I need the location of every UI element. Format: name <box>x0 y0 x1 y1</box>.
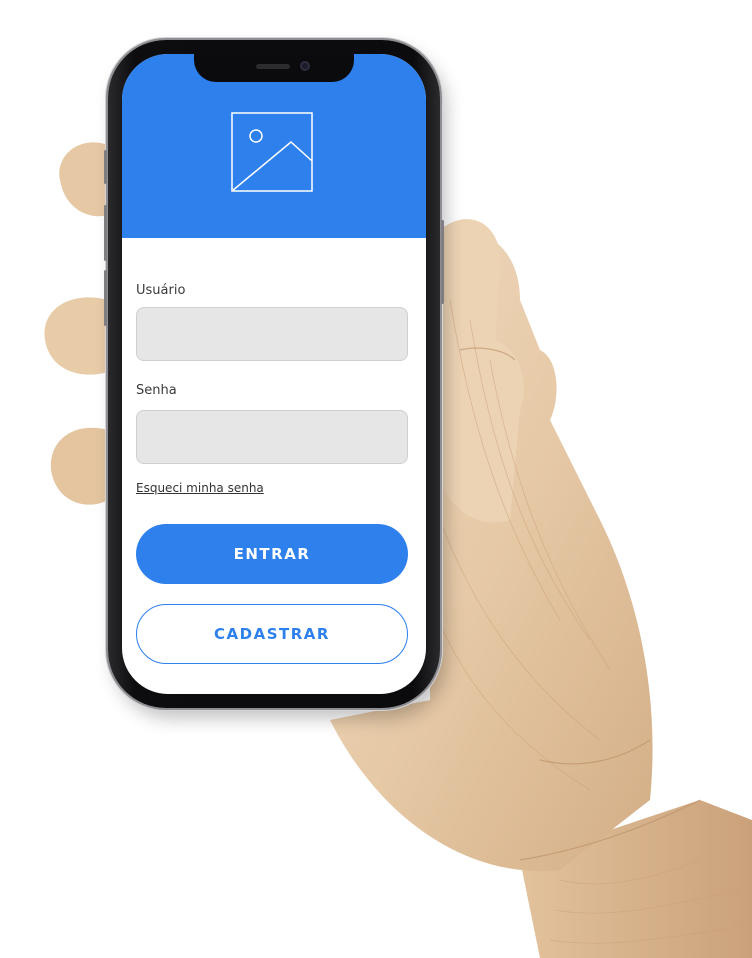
front-camera-icon <box>300 61 310 71</box>
login-button[interactable]: ENTRAR <box>136 524 408 584</box>
forgot-password-link[interactable]: Esqueci minha senha <box>136 481 264 495</box>
password-input[interactable] <box>136 410 408 464</box>
image-placeholder-icon <box>231 112 313 192</box>
password-label: Senha <box>136 383 177 398</box>
username-input[interactable] <box>136 307 408 361</box>
username-label: Usuário <box>136 283 186 298</box>
power-button <box>441 220 444 304</box>
mockup-stage: Usuário Senha Esqueci minha senha ENTRAR… <box>0 0 752 958</box>
mute-switch <box>104 150 107 184</box>
phone-frame: Usuário Senha Esqueci minha senha ENTRAR… <box>104 40 444 708</box>
phone-notch <box>194 54 354 82</box>
volume-down-button <box>104 270 107 326</box>
speaker-grille <box>256 64 290 69</box>
volume-up-button <box>104 205 107 261</box>
phone-screen: Usuário Senha Esqueci minha senha ENTRAR… <box>122 54 426 694</box>
register-button[interactable]: CADASTRAR <box>136 604 408 664</box>
